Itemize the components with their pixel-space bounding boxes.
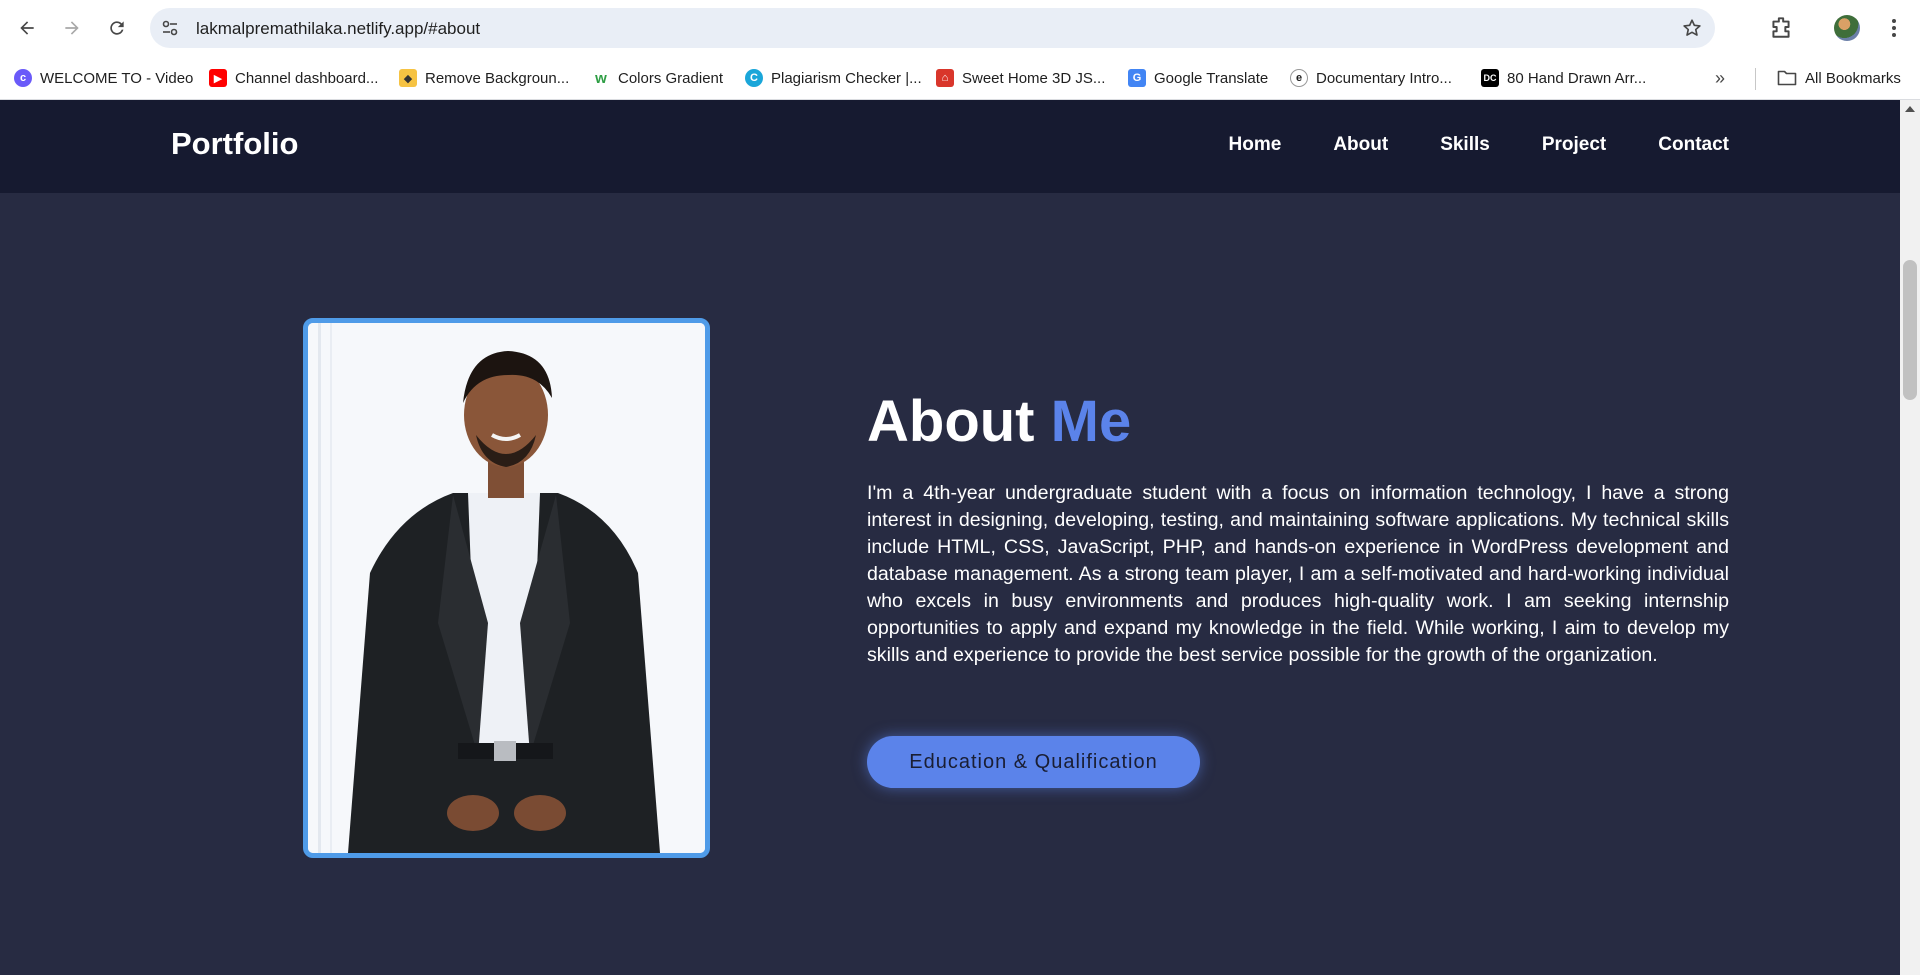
plagiarism-icon: C (745, 69, 763, 87)
nav-skills[interactable]: Skills (1440, 134, 1490, 156)
bookmark-item[interactable]: c WELCOME TO - Video (14, 66, 193, 90)
youtube-icon: ▶ (209, 69, 227, 87)
bookmark-label: 80 Hand Drawn Arr... (1507, 69, 1647, 87)
about-title-accent: Me (1050, 389, 1132, 454)
bookmark-item[interactable]: e Documentary Intro... (1290, 66, 1452, 90)
envato-icon: e (1290, 69, 1308, 87)
all-bookmarks-button[interactable]: All Bookmarks (1777, 66, 1901, 90)
dc-icon: DC (1481, 69, 1499, 87)
bookmark-label: Google Translate (1154, 69, 1269, 87)
nav-home[interactable]: Home (1229, 134, 1282, 156)
bookmark-label: Plagiarism Checker |... (771, 69, 922, 87)
bookmark-item[interactable]: G Google Translate (1128, 66, 1268, 90)
bookmark-item[interactable]: C Plagiarism Checker |... (745, 66, 922, 90)
folder-icon (1777, 70, 1797, 86)
about-title: About Me (867, 388, 1131, 455)
forward-arrow-icon (65, 21, 79, 35)
canva-icon: c (14, 69, 32, 87)
translate-icon: G (1128, 69, 1146, 87)
page-scrollbar[interactable] (1900, 100, 1920, 975)
bookmark-label: Sweet Home 3D JS... (962, 69, 1106, 87)
reload-icon (110, 21, 124, 35)
bookmark-item[interactable]: ⌂ Sweet Home 3D JS... (936, 66, 1105, 90)
back-button[interactable] (11, 12, 43, 44)
bookmark-item[interactable]: ◆ Remove Backgroun... (399, 66, 569, 90)
bookmark-star-icon[interactable] (1681, 17, 1703, 39)
bookmark-label: Channel dashboard... (235, 69, 379, 87)
about-description: I'm a 4th-year undergraduate student wit… (867, 482, 1729, 666)
scroll-up-arrow-icon[interactable] (1905, 106, 1915, 112)
bookmark-label: Documentary Intro... (1316, 69, 1452, 87)
address-bar[interactable]: lakmalpremathilaka.netlify.app/#about (150, 8, 1715, 48)
bookmark-label: WELCOME TO - Video (40, 69, 194, 87)
profile-photo (303, 318, 710, 858)
nav-project[interactable]: Project (1542, 134, 1606, 156)
bookmark-item[interactable]: w Colors Gradient (592, 66, 723, 90)
education-qualification-button[interactable]: Education & Qualification (867, 736, 1200, 788)
browser-toolbar: lakmalpremathilaka.netlify.app/#about (0, 0, 1920, 56)
bookmark-label: Remove Backgroun... (425, 69, 570, 87)
webgradients-icon: w (595, 69, 607, 87)
nav-about[interactable]: About (1333, 134, 1388, 156)
about-title-main: About (867, 389, 1035, 454)
sweethome-icon: ⌂ (936, 69, 954, 87)
bookmark-item[interactable]: DC 80 Hand Drawn Arr... (1481, 66, 1646, 90)
site-settings-icon[interactable] (160, 18, 180, 38)
person-portrait-illustration (308, 323, 705, 853)
back-arrow-icon (20, 21, 34, 35)
bookmark-label: Colors Gradient (618, 69, 724, 87)
browser-menu-icon[interactable] (1880, 14, 1908, 42)
more-bookmarks-chevron-icon[interactable]: » (1715, 68, 1725, 89)
remove-bg-icon: ◆ (399, 69, 417, 87)
site-logo[interactable]: Portfolio (171, 126, 298, 162)
all-bookmarks-label: All Bookmarks (1805, 69, 1901, 87)
url-text[interactable]: lakmalpremathilaka.netlify.app/#about (196, 19, 480, 39)
profile-avatar[interactable] (1834, 15, 1860, 41)
forward-button[interactable] (56, 12, 88, 44)
bookmarks-divider (1755, 68, 1756, 90)
page-viewport: Portfolio Home About Skills Project Cont… (0, 100, 1900, 975)
nav-contact[interactable]: Contact (1658, 134, 1729, 156)
reload-button[interactable] (101, 12, 133, 44)
extensions-icon[interactable] (1768, 14, 1794, 40)
site-nav: Home About Skills Project Contact (1229, 134, 1729, 156)
bookmarks-bar: c WELCOME TO - Video ▶ Channel dashboard… (0, 56, 1920, 100)
bookmark-item[interactable]: ▶ Channel dashboard... (209, 66, 378, 90)
site-header: Portfolio Home About Skills Project Cont… (0, 100, 1900, 193)
scrollbar-thumb[interactable] (1903, 260, 1917, 400)
